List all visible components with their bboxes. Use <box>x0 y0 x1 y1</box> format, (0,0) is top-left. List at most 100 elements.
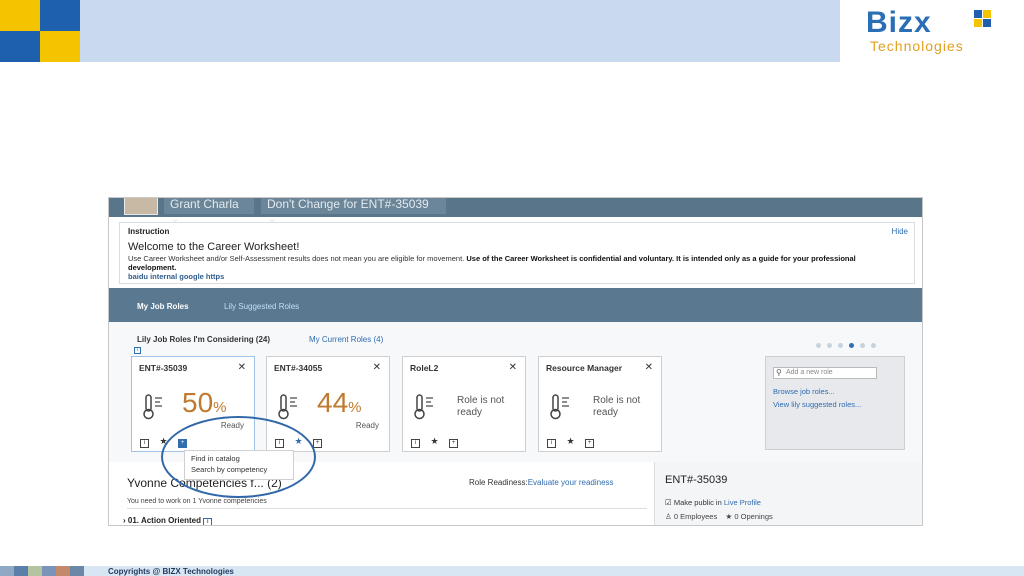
readiness-percent: 50% <box>182 387 227 419</box>
copyright-text: Copyrights @ BIZX Technologies <box>108 567 234 576</box>
carousel-dot[interactable] <box>860 343 865 348</box>
add-competency-icon[interactable]: + <box>313 439 323 448</box>
search-icon: ⚲ <box>776 368 782 377</box>
employees-count: 0 <box>673 512 678 521</box>
logo-name: Bizx <box>866 6 932 39</box>
role-card[interactable]: RoleL2 ✕ Role is not ready i ★ + <box>402 356 526 452</box>
status-text: Role is not ready <box>457 395 505 418</box>
divider <box>127 508 647 509</box>
footer-block <box>0 566 14 576</box>
close-icon[interactable]: ✕ <box>645 362 653 373</box>
person-icon: ♙ <box>665 512 672 521</box>
info-icon[interactable]: i <box>134 347 141 354</box>
logo-subtitle: Technologies <box>870 38 964 54</box>
role-card-title: ENT#-34055 <box>274 363 323 373</box>
chevron-right-icon: › <box>123 516 126 525</box>
info-icon[interactable]: i <box>203 518 213 525</box>
evaluate-readiness-link[interactable]: Evaluate your readiness <box>528 478 614 487</box>
carousel-dots[interactable] <box>816 335 882 353</box>
status-text: Ready <box>355 421 379 430</box>
card-actions: i ★ + <box>411 436 466 448</box>
carousel-dot[interactable] <box>838 343 843 348</box>
instruction-body-plain: Use Career Worksheet and/or Self-Assessm… <box>128 254 465 263</box>
instruction-panel: Instruction Hide Welcome to the Career W… <box>119 222 915 284</box>
role-readiness: Role Readiness:Evaluate your readiness <box>469 478 614 487</box>
percent-sign: % <box>348 399 362 416</box>
career-worksheet-screenshot: Grant Charla ⌄ Don't Change for ENT#-350… <box>108 197 923 526</box>
close-icon[interactable]: ✕ <box>509 362 517 373</box>
roles-heading: Lily Job Roles I'm Considering (24) <box>137 335 271 344</box>
logo-block-icon <box>974 19 982 27</box>
percent-value: 50 <box>182 387 214 418</box>
card-actions: i ★ + <box>547 436 602 448</box>
carousel-dot[interactable] <box>871 343 876 348</box>
tab-my-job-roles[interactable]: My Job Roles <box>137 302 189 311</box>
footer-block <box>28 566 42 576</box>
current-roles-link[interactable]: My Current Roles (4) <box>309 335 383 344</box>
deco-square <box>40 0 80 31</box>
add-competency-icon[interactable]: + <box>585 439 595 448</box>
thermometer-icon <box>414 394 433 420</box>
plan-select[interactable]: Don't Change for ENT#-35039 ⌄ <box>261 198 446 225</box>
thermometer-icon <box>143 394 162 420</box>
checkbox-icon[interactable]: ☑ <box>665 498 672 507</box>
tabs-bar: My Job Roles Lily Suggested Roles <box>109 288 922 322</box>
app-header: Grant Charla ⌄ Don't Change for ENT#-350… <box>109 197 922 225</box>
footer-block <box>14 566 28 576</box>
deco-square <box>0 31 40 62</box>
role-card-title: ENT#-35039 <box>139 363 188 373</box>
openings-label: Openings <box>740 512 773 521</box>
role-card-title: RoleL2 <box>410 363 439 373</box>
role-readiness-label: Role Readiness: <box>469 478 528 487</box>
welcome-heading: Welcome to the Career Worksheet! <box>128 241 300 253</box>
role-counts: ♙ 0 Employees ★ 0 Openings <box>665 512 773 521</box>
star-icon[interactable]: ★ <box>431 436 439 447</box>
info-icon[interactable]: i <box>547 439 556 448</box>
close-icon[interactable]: ✕ <box>238 362 246 373</box>
make-public-label: Make public in <box>673 498 722 507</box>
logo-block-icon <box>983 19 991 27</box>
user-select-label: Grant Charla <box>170 197 239 211</box>
add-role-placeholder: Add a new role <box>786 369 833 376</box>
footer-block <box>70 566 84 576</box>
star-icon[interactable]: ★ <box>567 436 575 447</box>
openings-count: 0 <box>734 512 739 521</box>
info-icon[interactable]: i <box>411 439 420 448</box>
instruction-body: Use Career Worksheet and/or Self-Assessm… <box>128 254 906 272</box>
logo-block-icon <box>974 10 982 18</box>
add-competency-icon[interactable]: + <box>449 439 459 448</box>
make-public-row[interactable]: ☑ Make public in Live Profile <box>665 498 761 507</box>
role-card-title: Resource Manager <box>546 363 623 373</box>
competencies-subtitle: You need to work on 1 Yvonne competencie… <box>127 498 267 505</box>
role-detail-title: ENT#-35039 <box>665 474 728 486</box>
footer-block <box>42 566 56 576</box>
info-icon[interactable]: i <box>140 439 149 448</box>
star-icon: ★ <box>725 512 733 521</box>
deco-square <box>0 0 40 31</box>
percent-sign: % <box>213 399 227 416</box>
percent-value: 44 <box>317 387 349 418</box>
carousel-dot[interactable] <box>849 343 854 348</box>
deco-square <box>40 31 80 62</box>
user-select[interactable]: Grant Charla ⌄ <box>164 197 254 225</box>
thermometer-icon <box>550 394 569 420</box>
carousel-dot[interactable] <box>816 343 821 348</box>
browse-roles-link[interactable]: Browse job roles... <box>773 387 835 396</box>
logo-block-icon <box>983 10 991 18</box>
footer-block <box>56 566 70 576</box>
live-profile-link[interactable]: Live Profile <box>724 498 761 507</box>
hide-link[interactable]: Hide <box>892 227 908 236</box>
avatar[interactable] <box>124 198 158 215</box>
close-icon[interactable]: ✕ <box>373 362 381 373</box>
view-suggested-link[interactable]: View lily suggested roles... <box>773 400 861 409</box>
highlight-oval <box>161 416 316 498</box>
status-text: Role is not ready <box>593 395 641 418</box>
instruction-links[interactable]: baidu internal google https <box>128 272 906 281</box>
role-card[interactable]: Resource Manager ✕ Role is not ready i ★… <box>538 356 662 452</box>
tab-suggested-roles[interactable]: Lily Suggested Roles <box>224 302 299 311</box>
employees-label: Employees <box>680 512 718 521</box>
carousel-dot[interactable] <box>827 343 832 348</box>
competency-label: 01. Action Oriented <box>127 516 201 525</box>
add-role-input[interactable]: ⚲ Add a new role <box>773 367 877 379</box>
competency-item[interactable]: › 01. Action Oriented i <box>123 516 213 525</box>
